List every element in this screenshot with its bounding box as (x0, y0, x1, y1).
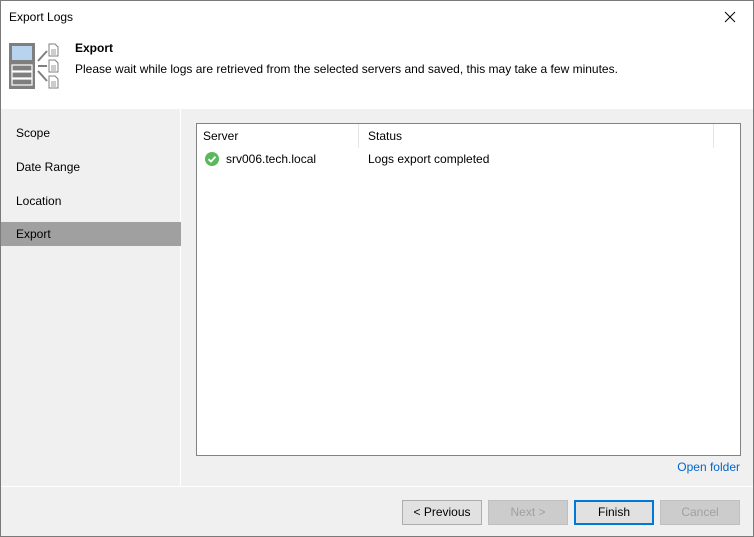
nav-item-label: Export (16, 227, 51, 241)
column-header-server[interactable]: Server (197, 124, 359, 148)
export-logs-icon (9, 43, 59, 89)
server-name: srv006.tech.local (226, 152, 317, 166)
nav-item-label: Scope (16, 126, 51, 140)
export-logs-dialog: Export Logs Export Please wait while log… (0, 0, 754, 537)
column-separator[interactable] (713, 124, 714, 148)
nav-item-export[interactable]: Export (1, 222, 181, 246)
step-description: Please wait while logs are retrieved fro… (75, 62, 618, 76)
wizard-header: Export Please wait while logs are retrie… (1, 33, 753, 109)
nav-item-scope[interactable]: Scope (1, 121, 181, 145)
nav-item-label: Date Range (16, 160, 81, 174)
column-separator[interactable] (358, 124, 359, 148)
servers-list[interactable]: Server Status srv006.tech.local Logs exp… (196, 123, 741, 456)
close-icon (724, 11, 736, 22)
success-check-icon (205, 152, 219, 166)
export-status: Logs export completed (368, 152, 490, 166)
table-row[interactable]: srv006.tech.local Logs export completed (197, 148, 740, 170)
open-folder-link[interactable]: Open folder (677, 460, 740, 474)
step-title: Export (75, 41, 114, 55)
wizard-steps-nav: Scope Date Range Location Export (1, 109, 181, 486)
nav-item-label: Location (16, 194, 62, 208)
next-button[interactable]: Next > (488, 500, 568, 525)
title-bar: Export Logs (1, 1, 753, 33)
content-panel: Server Status srv006.tech.local Logs exp… (182, 109, 753, 486)
window-title: Export Logs (9, 10, 74, 24)
nav-item-date-range[interactable]: Date Range (1, 155, 181, 179)
nav-item-location[interactable]: Location (1, 189, 181, 213)
finish-button[interactable]: Finish (574, 500, 654, 525)
cancel-button[interactable]: Cancel (660, 500, 740, 525)
column-header-status[interactable]: Status (362, 124, 712, 148)
close-button[interactable] (707, 1, 753, 32)
wizard-footer: < Previous Next > Finish Cancel (1, 487, 753, 536)
previous-button[interactable]: < Previous (402, 500, 482, 525)
list-header: Server Status (197, 124, 740, 148)
